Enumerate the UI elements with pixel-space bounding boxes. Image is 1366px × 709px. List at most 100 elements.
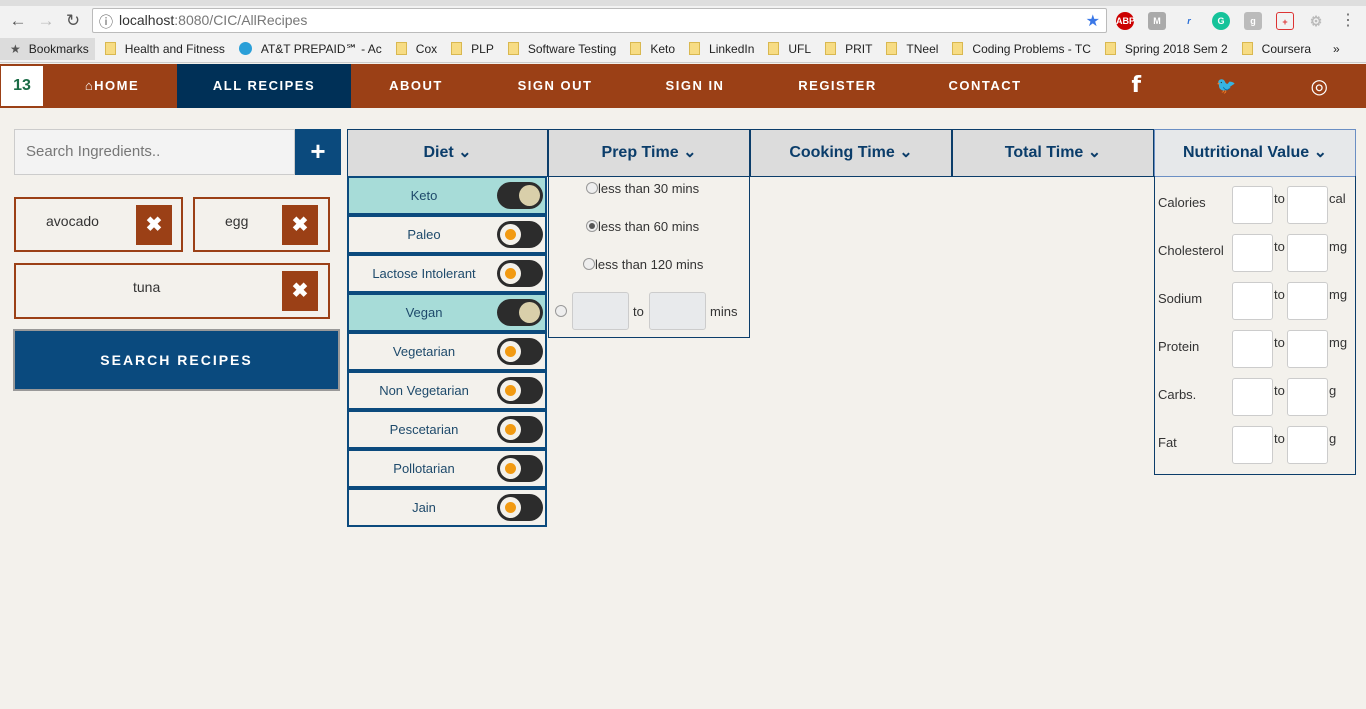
nutrient-min-input[interactable]: [1232, 282, 1273, 320]
diet-toggle[interactable]: [497, 182, 543, 209]
prep-option-30[interactable]: less than 30 mins: [586, 181, 699, 196]
r-extension-icon[interactable]: r: [1180, 12, 1198, 30]
chevron-down-icon: ⌄: [683, 144, 697, 161]
custom-range-radio[interactable]: [555, 305, 567, 317]
nutrient-max-input[interactable]: [1287, 378, 1328, 416]
ingredient-search-input[interactable]: Search Ingredients..: [14, 129, 295, 175]
nutrient-max-input[interactable]: [1287, 282, 1328, 320]
diet-filter-header[interactable]: Diet ⌄: [347, 129, 548, 177]
bookmark-item[interactable]: Software Testing: [507, 42, 616, 56]
more-bookmarks-button[interactable]: »: [1333, 42, 1340, 56]
m-extension-icon[interactable]: M: [1148, 12, 1166, 30]
option-label: less than 60 mins: [598, 219, 700, 234]
diet-option-label: Non Vegetarian: [379, 383, 469, 398]
diet-toggle[interactable]: [497, 455, 543, 482]
adblock-icon[interactable]: ABP: [1116, 12, 1135, 30]
prep-option-60[interactable]: less than 60 mins: [586, 219, 699, 234]
bookmark-item[interactable]: Coding Problems - TC: [952, 42, 1091, 56]
bookmark-item[interactable]: Health and Fitness: [104, 42, 225, 56]
bookmark-item[interactable]: Spring 2018 Sem 2: [1104, 42, 1228, 56]
star-icon[interactable]: ★: [1086, 11, 1100, 31]
radio-button[interactable]: [586, 182, 598, 194]
nutrient-min-input[interactable]: [1232, 234, 1273, 272]
prep-min-input[interactable]: [572, 292, 629, 330]
diet-toggle[interactable]: [497, 299, 543, 326]
to-label: to: [1274, 431, 1285, 446]
radio-button[interactable]: [583, 258, 595, 270]
folder-icon: [886, 42, 898, 55]
plus-extension-icon[interactable]: +: [1276, 12, 1294, 30]
bookmarks-button[interactable]: ★ Bookmarks: [0, 37, 95, 60]
diet-option-row: Pescetarian: [347, 410, 547, 449]
unit-label: mg: [1329, 335, 1348, 350]
menu-icon[interactable]: ⋮: [1340, 10, 1356, 30]
bookmark-item[interactable]: Keto: [630, 42, 675, 56]
settings-extension-icon[interactable]: ⚙: [1307, 12, 1325, 30]
back-icon[interactable]: ←: [8, 11, 28, 31]
prep-time-filter-header[interactable]: Prep Time ⌄: [548, 129, 750, 177]
nutritional-value-filter-header[interactable]: Nutritional Value ⌄: [1154, 129, 1356, 177]
cooking-time-filter-header[interactable]: Cooking Time ⌄: [750, 129, 952, 177]
diet-option-label: Keto: [410, 188, 438, 203]
to-label: to: [633, 304, 644, 319]
nav-sign-in[interactable]: SIGN IN: [645, 64, 745, 108]
bookmark-item[interactable]: Cox: [395, 42, 437, 56]
search-recipes-button[interactable]: SEARCH RECIPES: [13, 329, 340, 391]
toggle-knob: [500, 380, 521, 401]
forward-icon[interactable]: →: [36, 11, 56, 31]
to-label: to: [1274, 383, 1285, 398]
diet-toggle[interactable]: [497, 338, 543, 365]
diet-toggle[interactable]: [497, 416, 543, 443]
prep-max-input[interactable]: [649, 292, 706, 330]
nutrient-min-input[interactable]: [1232, 186, 1273, 224]
nutrition-label: Nutritional Value: [1182, 144, 1310, 161]
nutrient-max-input[interactable]: [1287, 330, 1328, 368]
bookmark-label: UFL: [788, 41, 812, 56]
lucky13-logo[interactable]: 13: [1, 66, 43, 106]
nav-about[interactable]: ABOUT: [366, 64, 466, 108]
remove-chip-button[interactable]: ✖: [282, 205, 318, 245]
remove-chip-button[interactable]: ✖: [136, 205, 172, 245]
nutrient-max-input[interactable]: [1287, 186, 1328, 224]
bookmark-item[interactable]: Coursera: [1241, 42, 1311, 56]
nav-home[interactable]: ⌂HOME: [62, 64, 162, 108]
remove-chip-button[interactable]: ✖: [282, 271, 318, 311]
folder-icon: [952, 42, 964, 55]
diet-toggle[interactable]: [497, 494, 543, 521]
nutrient-max-input[interactable]: [1287, 234, 1328, 272]
nav-sign-out[interactable]: SIGN OUT: [500, 64, 610, 108]
add-ingredient-button[interactable]: +: [295, 129, 341, 175]
nutrient-min-input[interactable]: [1232, 426, 1273, 464]
google-extension-icon[interactable]: g: [1244, 12, 1262, 30]
toggle-knob: [500, 497, 521, 518]
diet-toggle[interactable]: [497, 260, 543, 287]
radio-button-selected[interactable]: [586, 220, 598, 232]
prep-option-120[interactable]: less than 120 mins: [583, 257, 703, 272]
bookmark-item[interactable]: TNeel: [886, 42, 938, 56]
address-bar[interactable]: ⓘ localhost:8080/CIC/AllRecipes ★: [92, 8, 1107, 33]
nutrient-max-input[interactable]: [1287, 426, 1328, 464]
nav-all-recipes[interactable]: ALL RECIPES: [177, 64, 351, 108]
bookmark-item[interactable]: UFL: [768, 42, 811, 56]
total-time-filter-header[interactable]: Total Time ⌄: [952, 129, 1154, 177]
reload-icon[interactable]: ↻: [63, 11, 83, 31]
nutrient-min-input[interactable]: [1232, 330, 1273, 368]
instagram-icon[interactable]: ◎: [1307, 64, 1333, 108]
grammarly-icon[interactable]: G: [1212, 12, 1230, 30]
chevron-down-icon: ⌄: [899, 144, 913, 161]
facebook-icon[interactable]: f: [1125, 64, 1149, 108]
nutrient-min-input[interactable]: [1232, 378, 1273, 416]
nav-contact[interactable]: CONTACT: [935, 64, 1035, 108]
diet-toggle[interactable]: [497, 221, 543, 248]
chevron-down-icon: ⌄: [1087, 144, 1102, 161]
nav-register[interactable]: REGISTER: [785, 64, 890, 108]
bookmark-item[interactable]: LinkedIn: [689, 42, 754, 56]
folder-icon: [768, 42, 780, 55]
total-label: Total Time: [1004, 144, 1084, 161]
twitter-icon[interactable]: 🐦: [1213, 64, 1241, 108]
bookmark-item[interactable]: PRIT: [825, 42, 872, 56]
diet-toggle[interactable]: [497, 377, 543, 404]
bookmark-item[interactable]: PLP: [451, 42, 494, 56]
bookmark-label: Keto: [650, 41, 676, 56]
bookmark-item[interactable]: AT&T PREPAID℠ - Ac: [238, 42, 382, 56]
